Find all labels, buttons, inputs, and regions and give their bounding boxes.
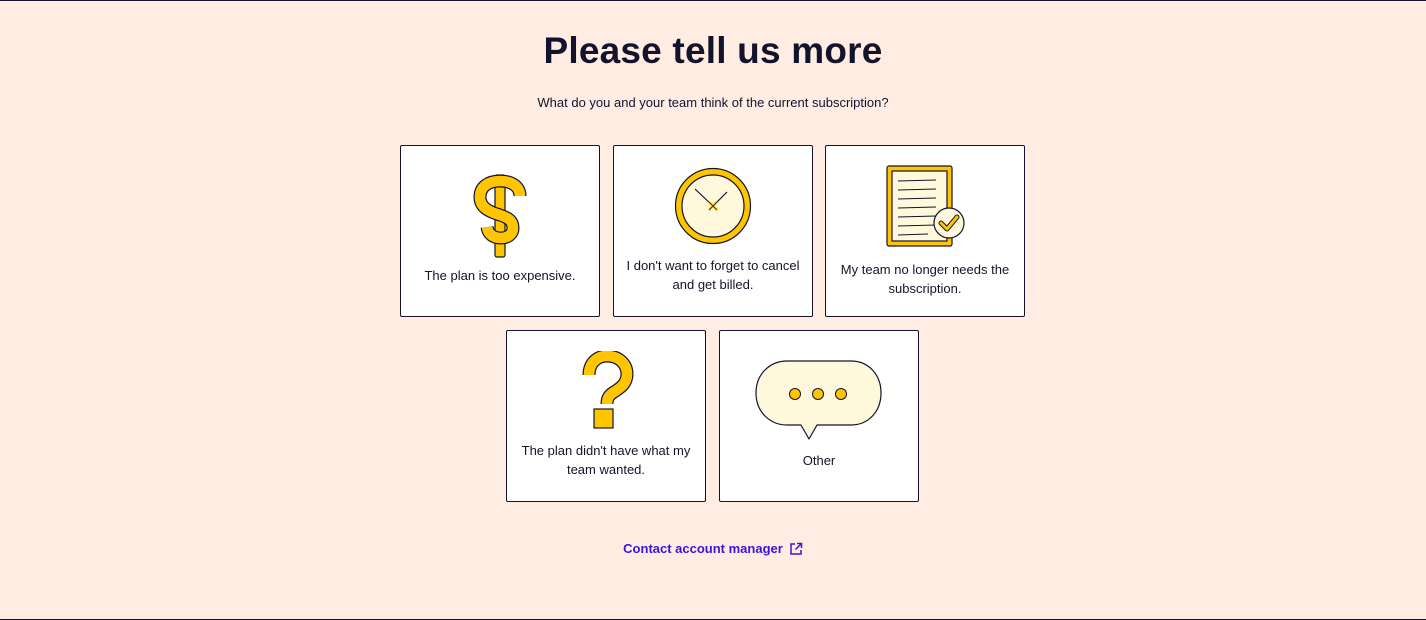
option-label: Other [802, 453, 836, 468]
option-label: I don't want to forget to cancel and get… [626, 258, 800, 292]
document-check-icon [886, 165, 965, 247]
option-card-forget-to-cancel[interactable]: I don't want to forget to cancel and get… [613, 145, 813, 317]
cancellation-survey-page: Please tell us more What do you and your… [0, 0, 1426, 620]
question-mark-icon [582, 351, 634, 429]
option-card-missing-features[interactable]: The plan didn't have what my team wanted… [506, 330, 706, 502]
clock-icon [674, 167, 752, 245]
option-card-no-longer-needed[interactable]: My team no longer needs the subscription… [825, 145, 1025, 317]
option-card-other[interactable]: Other [719, 330, 919, 502]
option-label: The plan didn't have what my team wanted… [521, 443, 691, 477]
option-card-too-expensive[interactable]: The plan is too expensive. [400, 145, 600, 317]
contact-account-manager-link[interactable]: Contact account manager [0, 539, 1426, 559]
page-title: Please tell us more [543, 30, 883, 71]
external-link-icon [790, 542, 803, 555]
option-label: My team no longer needs the subscription… [840, 262, 1010, 296]
chat-bubble-icon [755, 360, 882, 440]
dollar-sign-icon [473, 174, 527, 258]
contact-link-label: Contact account manager [623, 541, 783, 556]
page-subtitle: What do you and your team think of the c… [537, 95, 889, 110]
option-label: The plan is too expensive. [424, 268, 576, 283]
